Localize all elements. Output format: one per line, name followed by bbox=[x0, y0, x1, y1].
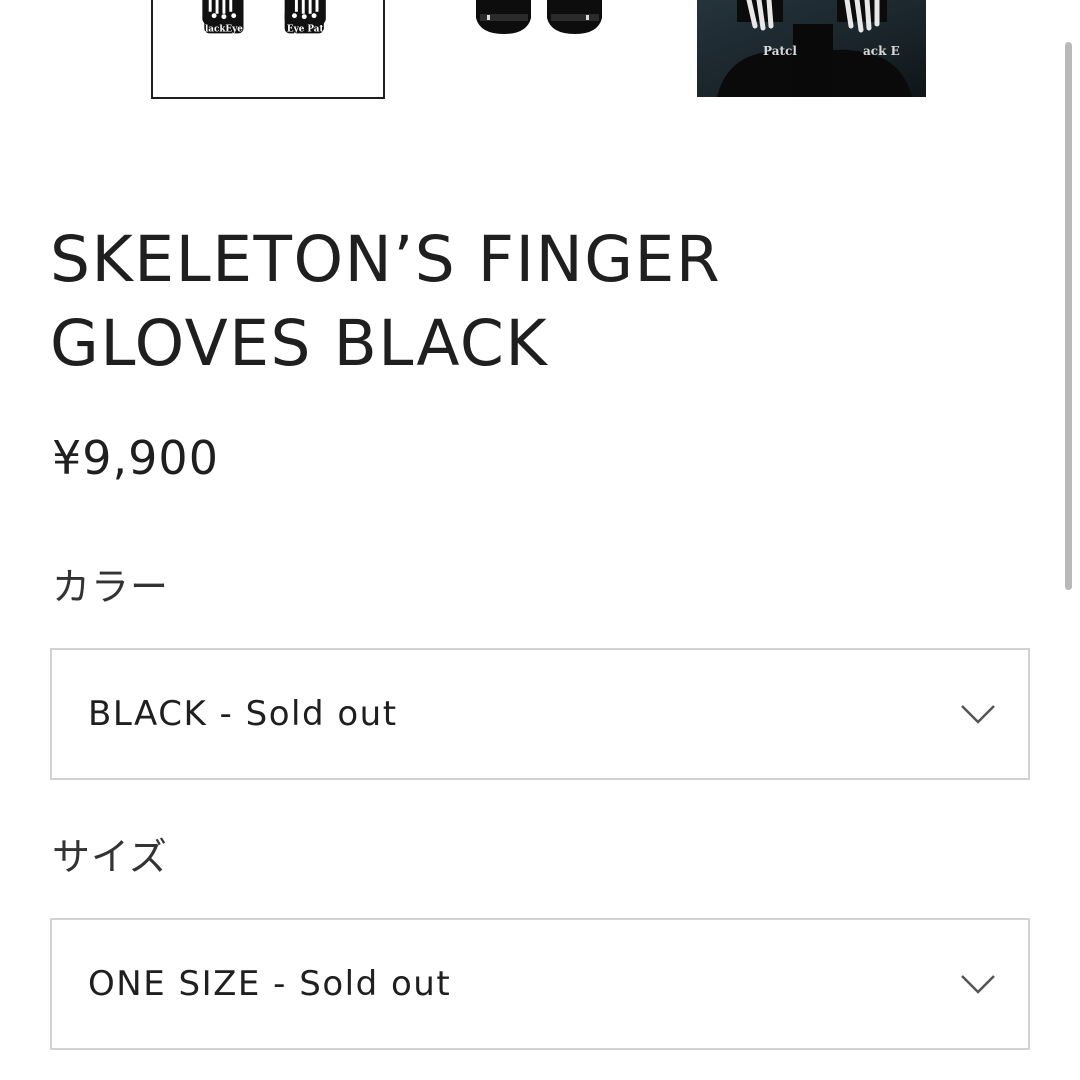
product-title-line-1: SKELETON’S FINGER bbox=[50, 223, 722, 296]
product-page: lackEye Eye Pat Patcl ack E SKELETON’S F… bbox=[0, 0, 1080, 1080]
svg-text:Eye Pat: Eye Pat bbox=[287, 24, 325, 34]
chevron-down-icon bbox=[960, 703, 996, 725]
product-price: ¥9,900 bbox=[52, 431, 219, 485]
svg-text:Patcl: Patcl bbox=[763, 44, 797, 58]
product-title-line-2: GLOVES BLACK bbox=[50, 307, 549, 380]
color-label: カラー bbox=[52, 565, 170, 609]
svg-text:lackEye: lackEye bbox=[205, 24, 243, 34]
chevron-down-icon bbox=[960, 973, 996, 995]
size-select-value: ONE SIZE - Sold out bbox=[88, 964, 452, 1004]
product-thumbnail-3[interactable]: Patcl ack E bbox=[697, 0, 926, 97]
svg-text:ack E: ack E bbox=[863, 44, 900, 58]
product-thumbnail-1[interactable]: lackEye Eye Pat bbox=[151, 0, 385, 99]
gloves-flat-image: lackEye Eye Pat bbox=[202, 0, 326, 34]
product-title: SKELETON’S FINGER GLOVES BLACK bbox=[50, 218, 1010, 386]
gloves-model-photo: Patcl ack E bbox=[717, 0, 912, 97]
gloves-back-image bbox=[476, 0, 602, 34]
product-thumbnail-2[interactable] bbox=[426, 0, 652, 98]
size-label: サイズ bbox=[52, 835, 168, 879]
size-select[interactable]: ONE SIZE - Sold out bbox=[50, 918, 1030, 1050]
scrollbar-thumb[interactable] bbox=[1065, 42, 1072, 590]
color-select-value: BLACK - Sold out bbox=[88, 694, 398, 734]
color-select[interactable]: BLACK - Sold out bbox=[50, 648, 1030, 780]
